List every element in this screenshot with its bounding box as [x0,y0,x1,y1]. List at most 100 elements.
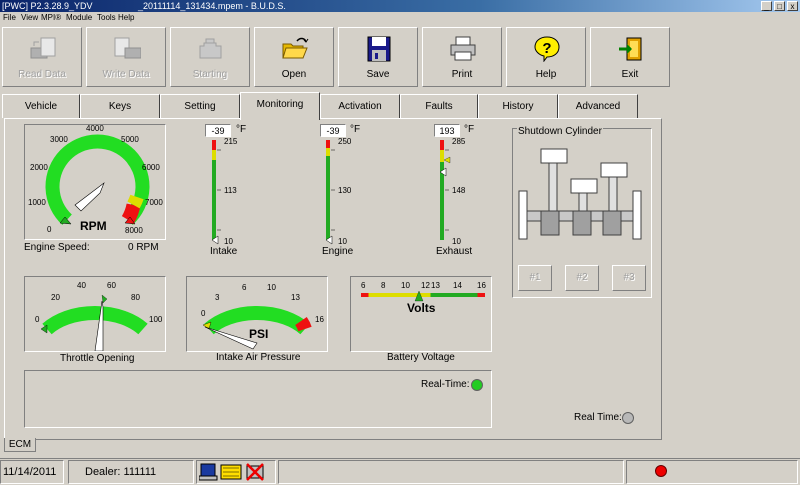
throttle-tick-0: 0 [35,315,40,324]
status-date: 11/14/2011 [0,460,64,484]
tab-monitoring[interactable]: Monitoring [240,92,320,120]
rpm-tick-2000: 2000 [30,163,48,172]
status-message-area [278,460,624,484]
starting-button[interactable]: Starting [170,27,250,87]
exit-button[interactable]: Exit [590,27,670,87]
starting-label: Starting [192,69,228,80]
menu-tools[interactable]: Tools [97,12,116,24]
write-data-icon [114,37,141,59]
exit-label: Exit [621,69,639,80]
battery-tick-6: 6 [361,281,366,290]
intake-temp-bar [212,140,216,240]
engine-temp-max: 250 [338,137,352,146]
cylinder-3-button[interactable]: #3 [612,265,646,291]
shutdown-cylinder-title: Shutdown Cylinder [517,126,603,137]
engine-temp-unit: °F [350,124,361,135]
maximize-button[interactable]: □ [774,1,785,11]
status-indicator-light [655,465,667,477]
exhaust-temp-mid: 148 [452,186,466,195]
tab-faults[interactable]: Faults [400,94,478,118]
help-button[interactable]: ? Help [506,27,586,87]
save-button[interactable]: Save [338,27,418,87]
throttle-label: Throttle Opening [60,353,135,364]
print-button[interactable]: Print [422,27,502,87]
menu-module[interactable]: Module [66,12,92,24]
title-bar: [PWC] P2.3.28.9_YDV _20111114_131434.mpe… [0,0,800,12]
engine-temp-mid: 130 [338,186,352,195]
close-button[interactable]: x [787,1,798,11]
menu-view[interactable]: View [21,12,38,24]
exit-door-icon [619,37,642,61]
rpm-tick-6000: 6000 [142,163,160,172]
engine-temp-value: -39 [320,124,346,137]
battery-tick-8: 8 [381,281,386,290]
rpm-tick-1000: 1000 [28,198,46,207]
throttle-tick-20: 20 [51,293,60,302]
pressure-tick-13: 13 [291,293,300,302]
realtime-panel: Real-Time: [24,370,492,428]
rpm-unit: RPM [80,219,107,233]
engine-temp-label: Engine [322,246,354,257]
engine-temp-min: 10 [338,237,347,246]
intake-pressure-label: Intake Air Pressure [216,352,301,363]
tab-activation[interactable]: Activation [320,94,400,118]
tab-ecm[interactable]: ECM [4,438,36,452]
menu-mpi[interactable]: MPI® [41,12,61,24]
read-data-button[interactable]: Read Data [2,27,82,87]
write-data-button[interactable]: Write Data [86,27,166,87]
cylinder-1-button[interactable]: #1 [518,265,552,291]
battery-tick-14: 14 [453,281,462,290]
battery-tick-13: 13 [431,281,440,290]
floppy-disk-icon [367,36,391,62]
intake-temp-min: 10 [224,237,233,246]
rpm-needle [74,182,105,212]
realtime-indicator [471,379,483,391]
tab-setting[interactable]: Setting [160,94,240,118]
battery-voltage-label: Battery Voltage [387,352,455,363]
pressure-unit: PSI [249,327,269,341]
connection-status-icons [199,463,264,481]
engine-speed-value: 0 RPM [128,242,159,253]
read-data-icon [30,37,56,59]
battery-gauge: 6 8 10 12 13 14 16 Volts [350,276,492,352]
folder-open-icon [282,37,309,59]
minimize-button[interactable]: _ [761,1,772,11]
open-label: Open [281,69,307,80]
exhaust-temp-bar [440,140,444,240]
realtime-label: Real-Time: [421,379,470,390]
rpm-tick-5000: 5000 [121,135,139,144]
rpm-tick-8000: 8000 [125,226,143,235]
open-button[interactable]: Open [254,27,334,87]
realtime-indicator-2 [622,412,634,424]
cylinder-2-button[interactable]: #2 [565,265,599,291]
exhaust-temp-label: Exhaust [436,246,473,257]
pressure-tick-16: 16 [315,315,324,324]
tab-keys[interactable]: Keys [80,94,160,118]
battery-tick-16: 16 [477,281,486,290]
rpm-tick-4000: 4000 [86,124,104,133]
tab-history[interactable]: History [478,94,558,118]
engine-temp-bar [326,140,330,240]
menu-help[interactable]: Help [118,12,134,24]
window-file-title: _20111114_131434.mpem - B.U.D.S. [138,1,286,11]
battery-unit: Volts [407,301,436,315]
svg-text:?: ? [542,40,551,57]
tab-advanced[interactable]: Advanced [558,94,638,118]
intake-temp-label: Intake [210,246,238,257]
status-indicator-area [626,460,798,484]
write-data-label: Write Data [102,69,150,80]
menu-file[interactable]: File [3,12,16,24]
exhaust-temp-unit: °F [464,124,475,135]
tab-vehicle[interactable]: Vehicle [2,94,80,118]
status-icons [196,460,276,484]
printer-icon [450,36,476,61]
window-app-tag: [PWC] P2.3.28.9_YDV [2,1,93,11]
pressure-tick-0: 0 [201,309,206,318]
pressure-tick-6: 6 [242,283,247,292]
throttle-tick-60: 60 [107,281,116,290]
shutdown-cylinder-group: Shutdown Cylinder #1 #2 #3 [512,126,652,298]
throttle-gauge: 0 20 40 60 80 100 [24,276,166,352]
throttle-tick-40: 40 [77,281,86,290]
intake-temp-unit: °F [236,124,247,135]
menu-bar: File View MPI® Module Tools Help [0,12,800,24]
